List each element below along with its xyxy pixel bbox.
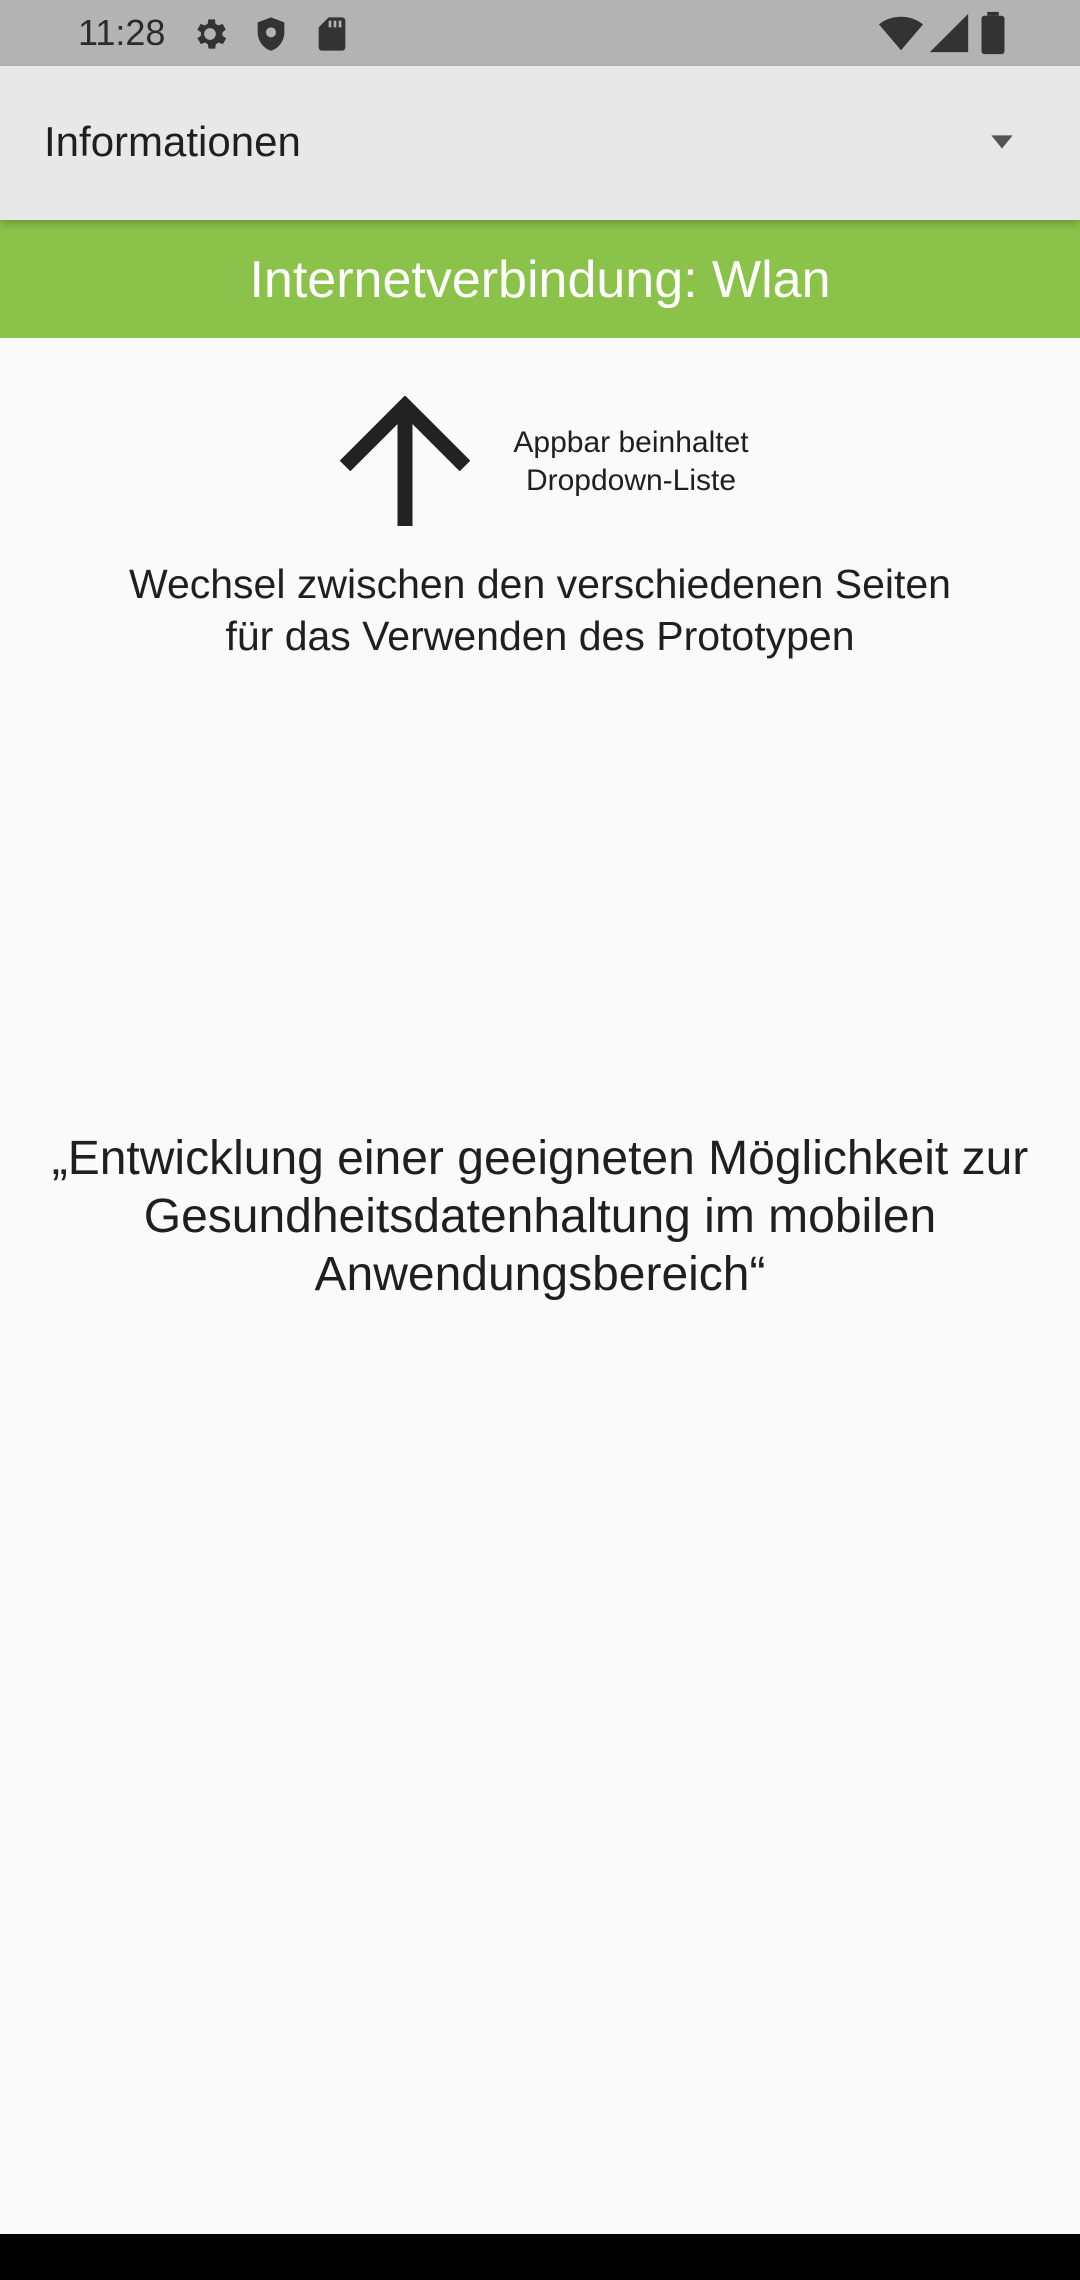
battery-icon <box>981 11 1005 55</box>
arrow-drop-down-icon[interactable] <box>986 126 1018 158</box>
arrow-up-icon <box>340 396 470 526</box>
description-line-1: Wechsel zwischen den verschiedenen Seite… <box>128 561 951 607</box>
project-title-line-2: Gesundheitsdatenhaltung im mobilen <box>143 1190 937 1243</box>
sd-card-icon <box>318 17 346 51</box>
description-line-2: für das Verwenden des Prototypen <box>225 613 855 659</box>
system-navigation-bar <box>0 2234 1080 2280</box>
project-title: „Entwicklung einer geeigneten Möglichkei… <box>20 1130 1060 1304</box>
cell-signal-icon <box>929 13 969 53</box>
appbar-hint: Appbar beinhaltet Dropdown-Liste <box>470 424 792 500</box>
shield-icon <box>257 17 285 51</box>
dropdown-selected-label: Informationen <box>44 118 301 165</box>
hint-line-2: Dropdown-Liste <box>525 464 737 497</box>
connection-status-banner: Internetverbindung: Wlan <box>0 220 1080 338</box>
app-bar: Informationen <box>0 66 1080 220</box>
project-title-line-3: Anwendungsbereich“ <box>314 1248 766 1301</box>
connection-status-text: Internetverbindung: Wlan <box>249 251 831 309</box>
hint-line-1: Appbar beinhaltet <box>513 426 749 459</box>
wifi-icon <box>878 16 924 51</box>
project-title-line-1: „Entwicklung einer geeigneten Möglichkei… <box>51 1132 1029 1185</box>
status-time: 11:28 <box>78 12 166 53</box>
status-bar: 11:28 <box>0 0 1080 66</box>
gear-icon <box>197 19 227 49</box>
description-text: Wechsel zwischen den verschiedenen Seite… <box>0 558 1080 662</box>
